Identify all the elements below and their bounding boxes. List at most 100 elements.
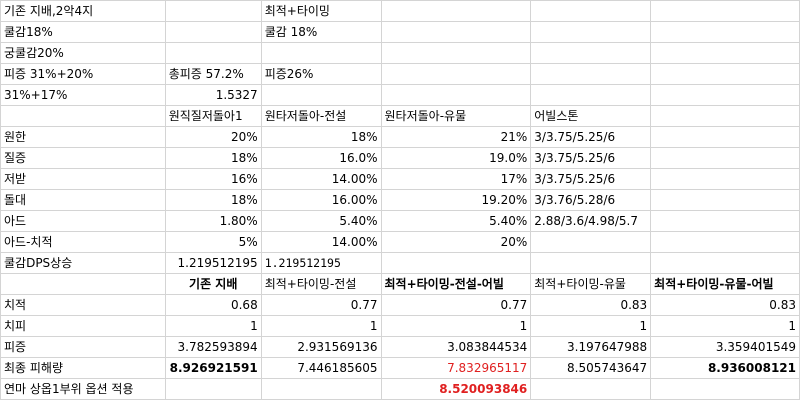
sheet-cell[interactable] — [530, 231, 652, 253]
sheet-cell[interactable]: 16.0% — [261, 147, 382, 169]
sheet-cell[interactable]: 3/3.75/5.25/6 — [530, 126, 652, 148]
sheet-cell[interactable]: 최종 피해량 — [0, 357, 166, 379]
sheet-cell[interactable]: 원타저돌아-전설 — [261, 105, 382, 127]
sheet-cell[interactable] — [650, 378, 800, 400]
sheet-cell[interactable]: 0.77 — [381, 294, 532, 316]
sheet-cell[interactable] — [650, 105, 800, 127]
sheet-cell[interactable]: 3.782593894 — [165, 336, 262, 358]
sheet-cell[interactable]: 최적+타이밍 — [261, 0, 382, 22]
sheet-cell[interactable]: 21% — [381, 126, 532, 148]
sheet-cell[interactable]: 쿨감18% — [0, 21, 166, 43]
sheet-cell[interactable]: 3/3.75/5.25/6 — [530, 168, 652, 190]
sheet-cell[interactable]: 원타저돌아-유물 — [381, 105, 532, 127]
sheet-cell[interactable] — [261, 84, 382, 106]
sheet-cell[interactable] — [650, 63, 800, 85]
sheet-cell[interactable]: 저받 — [0, 168, 166, 190]
sheet-cell[interactable]: 19.0% — [381, 147, 532, 169]
sheet-cell[interactable] — [650, 126, 800, 148]
sheet-cell[interactable] — [530, 252, 652, 274]
sheet-cell[interactable]: 원직질저돌아1 — [165, 105, 262, 127]
sheet-cell[interactable]: 돌대 — [0, 189, 166, 211]
sheet-cell[interactable]: 치적 — [0, 294, 166, 316]
sheet-cell[interactable] — [650, 0, 800, 22]
sheet-cell[interactable]: 16% — [165, 168, 262, 190]
sheet-cell[interactable] — [165, 378, 262, 400]
sheet-cell[interactable]: 3/3.75/5.25/6 — [530, 147, 652, 169]
sheet-cell[interactable]: 18% — [165, 189, 262, 211]
sheet-cell[interactable] — [165, 21, 262, 43]
sheet-cell[interactable]: 20% — [381, 231, 532, 253]
sheet-cell[interactable]: 연마 상옵1부위 옵션 적용 — [0, 378, 166, 400]
sheet-cell[interactable]: 기존 지배 — [165, 273, 262, 295]
sheet-cell[interactable]: 치피 — [0, 315, 166, 337]
sheet-cell[interactable]: 2.88/3.6/4.98/5.7 — [530, 210, 652, 232]
sheet-cell[interactable] — [650, 210, 800, 232]
sheet-cell[interactable]: 0.83 — [530, 294, 652, 316]
sheet-cell[interactable]: 쿨감 18% — [261, 21, 382, 43]
sheet-cell[interactable]: 14.00% — [261, 168, 382, 190]
sheet-cell[interactable] — [261, 42, 382, 64]
sheet-cell[interactable] — [165, 0, 262, 22]
sheet-cell[interactable]: 0.68 — [165, 294, 262, 316]
sheet-cell[interactable]: 0.77 — [261, 294, 382, 316]
sheet-cell[interactable] — [650, 252, 800, 274]
sheet-cell[interactable]: 7.832965117 — [381, 357, 532, 379]
sheet-cell[interactable] — [650, 84, 800, 106]
sheet-cell[interactable] — [165, 42, 262, 64]
sheet-cell[interactable]: 3/3.76/5.28/6 — [530, 189, 652, 211]
sheet-cell[interactable] — [381, 42, 532, 64]
sheet-cell[interactable]: 1.219512195 — [261, 252, 382, 274]
sheet-cell[interactable]: 피증 — [0, 336, 166, 358]
sheet-cell[interactable]: 8.926921591 — [165, 357, 262, 379]
sheet-cell[interactable]: 피증26% — [261, 63, 382, 85]
sheet-cell[interactable]: 0.83 — [650, 294, 800, 316]
sheet-cell[interactable]: 19.20% — [381, 189, 532, 211]
sheet-cell[interactable]: 20% — [165, 126, 262, 148]
sheet-cell[interactable]: 5.40% — [261, 210, 382, 232]
sheet-cell[interactable] — [530, 42, 652, 64]
sheet-cell[interactable] — [530, 378, 652, 400]
sheet-cell[interactable]: 1.5327 — [165, 84, 262, 106]
sheet-cell[interactable]: 3.197647988 — [530, 336, 652, 358]
sheet-cell[interactable] — [530, 63, 652, 85]
sheet-cell[interactable] — [381, 21, 532, 43]
sheet-cell[interactable] — [650, 231, 800, 253]
sheet-cell[interactable] — [381, 252, 532, 274]
sheet-cell[interactable]: 1.80% — [165, 210, 262, 232]
sheet-cell[interactable] — [650, 189, 800, 211]
sheet-cell[interactable] — [530, 21, 652, 43]
sheet-cell[interactable]: 1 — [381, 315, 532, 337]
sheet-cell[interactable]: 1 — [165, 315, 262, 337]
sheet-cell[interactable]: 17% — [381, 168, 532, 190]
sheet-cell[interactable]: 18% — [261, 126, 382, 148]
sheet-cell[interactable]: 8.505743647 — [530, 357, 652, 379]
sheet-cell[interactable]: 피증 31%+20% — [0, 63, 166, 85]
sheet-cell[interactable]: 1 — [530, 315, 652, 337]
sheet-cell[interactable] — [381, 0, 532, 22]
sheet-cell[interactable] — [530, 84, 652, 106]
sheet-cell[interactable]: 5% — [165, 231, 262, 253]
sheet-cell[interactable]: 궁쿨감20% — [0, 42, 166, 64]
sheet-cell[interactable] — [650, 147, 800, 169]
sheet-cell[interactable] — [381, 84, 532, 106]
sheet-cell[interactable]: 3.083844534 — [381, 336, 532, 358]
sheet-cell[interactable]: 최적+타이밍-전설 — [261, 273, 382, 295]
sheet-cell[interactable]: 쿨감DPS상승 — [0, 252, 166, 274]
sheet-cell[interactable]: 7.446185605 — [261, 357, 382, 379]
sheet-cell[interactable]: 총피증 57.2% — [165, 63, 262, 85]
sheet-cell[interactable]: 아드 — [0, 210, 166, 232]
sheet-cell[interactable] — [381, 63, 532, 85]
sheet-cell[interactable]: 1.219512195 — [165, 252, 262, 274]
sheet-cell[interactable]: 최적+타이밍-전설-어빌 — [381, 273, 532, 295]
sheet-cell[interactable]: 기존 지배,2악4지 — [0, 0, 166, 22]
sheet-cell[interactable] — [530, 0, 652, 22]
sheet-cell[interactable]: 최적+타이밍-유물 — [530, 273, 652, 295]
sheet-cell[interactable]: 원한 — [0, 126, 166, 148]
sheet-cell[interactable]: 최적+타이밍-유물-어빌 — [650, 273, 800, 295]
sheet-cell[interactable]: 31%+17% — [0, 84, 166, 106]
sheet-cell[interactable]: 8.936008121 — [650, 357, 800, 379]
sheet-cell[interactable] — [0, 273, 166, 295]
sheet-cell[interactable]: 8.520093846 — [381, 378, 532, 400]
sheet-cell[interactable]: 5.40% — [381, 210, 532, 232]
sheet-cell[interactable]: 3.359401549 — [650, 336, 800, 358]
